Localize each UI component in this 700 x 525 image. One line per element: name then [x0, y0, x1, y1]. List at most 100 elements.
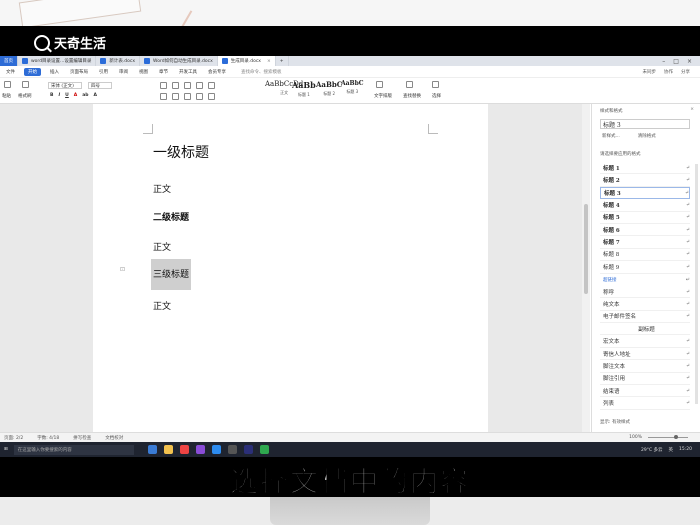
paragraph-handle-icon[interactable]: ⊡ [120, 266, 125, 273]
numbered-list-icon[interactable] [172, 82, 179, 89]
underline-icon[interactable]: U [65, 93, 69, 98]
doc-check[interactable]: 文档校对 [105, 435, 123, 441]
tab-doc-4[interactable]: 生成目录.docx × [217, 56, 276, 66]
spell-check[interactable]: 拼写检查 [73, 435, 91, 441]
share-button[interactable]: 分享 [681, 69, 690, 75]
sort-icon[interactable] [208, 82, 215, 89]
body-text[interactable]: 正文 [153, 299, 171, 312]
start-icon[interactable]: ⊞ [4, 447, 8, 452]
clock[interactable]: 15:20 [679, 447, 692, 452]
tab-home[interactable]: 首页 [0, 56, 18, 66]
clear-format-button[interactable]: 清除格式 [638, 133, 656, 139]
menu-insert[interactable]: 插入 [48, 68, 61, 76]
font-color-icon[interactable]: A [74, 93, 77, 98]
sync-status[interactable]: 未同步 [643, 69, 657, 75]
style-list-item[interactable]: 结束语 ↵ [600, 385, 690, 398]
collab-button[interactable]: 协作 [664, 69, 673, 75]
style-list-item[interactable]: 纯文本 ↵ [600, 298, 690, 311]
style-list-item[interactable]: 标题 5 ↵ [600, 212, 690, 224]
style-list-item[interactable]: 称呼 ↵ [600, 286, 690, 299]
close-icon[interactable]: × [690, 107, 694, 112]
indent-icon[interactable] [184, 82, 191, 89]
weather-label[interactable]: 29°C 多云 [641, 447, 663, 453]
minimize-icon[interactable]: – [662, 58, 665, 65]
style-list-item[interactable]: 标题 7 ↵ [600, 236, 690, 249]
style-list-item[interactable]: 电子邮件签名 ↵ [600, 311, 690, 324]
align-left-icon[interactable] [160, 93, 167, 100]
heading-level-3-selected[interactable]: 三级标题 [151, 259, 192, 290]
app-icon[interactable] [211, 445, 221, 454]
body-text[interactable]: 正文 [153, 182, 171, 195]
style-list-item[interactable]: 标题 3 ↵ [600, 186, 690, 200]
app-icon[interactable] [179, 445, 189, 454]
style-list-item[interactable]: 标题 8 ↵ [600, 249, 690, 262]
body-text[interactable]: 正文 [153, 240, 171, 253]
line-spacing-icon[interactable] [208, 93, 215, 100]
wechat-icon[interactable] [259, 445, 269, 454]
find-replace-button[interactable] [406, 81, 413, 88]
menu-references[interactable]: 引用 [97, 68, 110, 76]
edge-icon[interactable] [147, 445, 157, 454]
menu-page-layout[interactable]: 页面布局 [68, 68, 90, 76]
style-list-item[interactable]: 超链接 ↵ [600, 274, 690, 286]
page-indicator[interactable]: 页面: 2/2 [4, 435, 23, 441]
heading-level-1[interactable]: 一级标题 [153, 142, 209, 162]
menu-developer[interactable]: 开发工具 [177, 68, 199, 76]
style-list-item[interactable]: 标题 4 ↵ [600, 199, 690, 212]
style-list-item[interactable]: 标题 6 ↵ [600, 224, 690, 237]
document-scrollbar[interactable] [582, 104, 590, 432]
paste-button[interactable] [4, 81, 11, 88]
menu-member[interactable]: 会员专享 [206, 68, 228, 76]
maximize-icon[interactable]: □ [673, 58, 679, 65]
style-list-item[interactable]: 标题 9 ↵ [600, 261, 690, 274]
align-center-icon[interactable] [172, 93, 179, 100]
align-right-icon[interactable] [184, 93, 191, 100]
ime-label[interactable]: 英 [669, 447, 674, 453]
pane-scrollbar[interactable] [695, 164, 698, 404]
current-style-field[interactable]: 标题 3 [600, 119, 690, 129]
menu-file[interactable]: 文件 [4, 68, 17, 76]
style-list-item[interactable]: 宏文本 ↵ [600, 335, 690, 348]
style-list-item[interactable]: 标题 2 ↵ [600, 174, 690, 187]
heading-level-2[interactable]: 二级标题 [153, 210, 189, 223]
tab-doc-3[interactable]: Word如何自动生成目录.docx [140, 56, 218, 66]
style-list-item[interactable]: 寄信人地址 ↵ [600, 348, 690, 361]
font-name-select[interactable]: 宋体 (正文) [48, 82, 82, 89]
tab-doc-2[interactable]: 新计表.docx [96, 56, 141, 66]
style-heading-1[interactable]: AaBb 标题 1 [292, 80, 316, 98]
document-page[interactable]: ⊡ 一级标题 正文 二级标题 正文 三级标题 正文 [93, 104, 488, 432]
style-list-item[interactable]: 脚注文本 ↵ [600, 360, 690, 373]
aftereffects-icon[interactable] [243, 445, 253, 454]
menu-home[interactable]: 开始 [24, 67, 41, 76]
word-count[interactable]: 字数: 4/18 [37, 435, 59, 441]
new-style-button[interactable]: 新样式... [602, 133, 620, 139]
bold-icon[interactable]: B [50, 93, 53, 98]
taskbar-search[interactable]: 在这里输入你要搜索的内容 [13, 444, 134, 455]
text-layout-button[interactable] [376, 81, 383, 88]
style-list-item[interactable]: 标题 1 ↵ [600, 162, 690, 175]
close-window-icon[interactable]: × [687, 58, 692, 65]
style-list-item[interactable]: 列表 ↵ [600, 397, 690, 410]
menu-view[interactable]: 视图 [137, 68, 150, 76]
folder-icon[interactable] [163, 445, 173, 454]
close-icon[interactable]: × [267, 59, 271, 64]
app-icon[interactable] [195, 445, 205, 454]
format-painter-button[interactable] [22, 81, 29, 88]
italic-icon[interactable]: I [58, 93, 60, 98]
menu-review[interactable]: 审阅 [117, 68, 130, 76]
highlight-icon[interactable]: ab [82, 93, 88, 98]
style-heading-2[interactable]: AaBbC 标题 2 [316, 80, 342, 97]
zoom-slider[interactable] [648, 435, 688, 439]
show-styles-select[interactable]: 显示: 有效样式 [600, 419, 630, 425]
bullet-list-icon[interactable] [160, 82, 167, 89]
command-search[interactable]: 查找命令、搜索模板 [241, 69, 282, 75]
tab-doc-1[interactable]: word目录设置...设置编辑目录 [18, 56, 97, 66]
outdent-icon[interactable] [196, 82, 203, 89]
app-icon[interactable] [227, 445, 237, 454]
style-list-item[interactable]: 副标题 [600, 323, 690, 336]
zoom-level[interactable]: 100% [629, 435, 642, 440]
menu-section[interactable]: 章节 [157, 68, 170, 76]
style-list-item[interactable]: 脚注引用 ↵ [600, 373, 690, 386]
style-heading-3[interactable]: AaBbC 标题 3 [341, 80, 364, 95]
select-button[interactable] [432, 81, 439, 88]
